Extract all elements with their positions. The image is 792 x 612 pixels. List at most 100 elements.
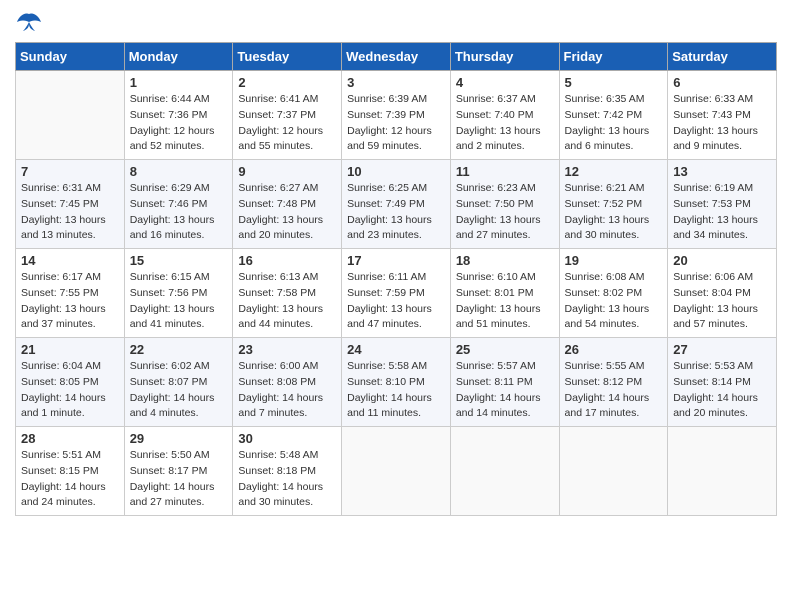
day-header-wednesday: Wednesday: [342, 43, 451, 71]
calendar-cell: 28 Sunrise: 5:51 AM Sunset: 8:15 PM Dayl…: [16, 427, 125, 516]
calendar-cell: 18 Sunrise: 6:10 AM Sunset: 8:01 PM Dayl…: [450, 249, 559, 338]
day-info: Sunrise: 6:13 AM Sunset: 7:58 PM Dayligh…: [238, 270, 336, 333]
day-info: Sunrise: 6:04 AM Sunset: 8:05 PM Dayligh…: [21, 359, 119, 422]
day-info: Sunrise: 6:39 AM Sunset: 7:39 PM Dayligh…: [347, 92, 445, 155]
day-number: 11: [456, 164, 554, 179]
calendar-cell: 24 Sunrise: 5:58 AM Sunset: 8:10 PM Dayl…: [342, 338, 451, 427]
calendar-cell: 27 Sunrise: 5:53 AM Sunset: 8:14 PM Dayl…: [668, 338, 777, 427]
day-info: Sunrise: 6:17 AM Sunset: 7:55 PM Dayligh…: [21, 270, 119, 333]
day-number: 6: [673, 75, 771, 90]
day-number: 12: [565, 164, 663, 179]
calendar-cell: 3 Sunrise: 6:39 AM Sunset: 7:39 PM Dayli…: [342, 71, 451, 160]
day-number: 19: [565, 253, 663, 268]
calendar-cell: 25 Sunrise: 5:57 AM Sunset: 8:11 PM Dayl…: [450, 338, 559, 427]
day-info: Sunrise: 6:35 AM Sunset: 7:42 PM Dayligh…: [565, 92, 663, 155]
day-number: 17: [347, 253, 445, 268]
calendar-cell: 22 Sunrise: 6:02 AM Sunset: 8:07 PM Dayl…: [124, 338, 233, 427]
day-info: Sunrise: 6:33 AM Sunset: 7:43 PM Dayligh…: [673, 92, 771, 155]
week-row-3: 14 Sunrise: 6:17 AM Sunset: 7:55 PM Dayl…: [16, 249, 777, 338]
day-info: Sunrise: 6:27 AM Sunset: 7:48 PM Dayligh…: [238, 181, 336, 244]
calendar-cell: 8 Sunrise: 6:29 AM Sunset: 7:46 PM Dayli…: [124, 160, 233, 249]
day-number: 20: [673, 253, 771, 268]
calendar-cell: 17 Sunrise: 6:11 AM Sunset: 7:59 PM Dayl…: [342, 249, 451, 338]
day-info: Sunrise: 6:25 AM Sunset: 7:49 PM Dayligh…: [347, 181, 445, 244]
day-header-sunday: Sunday: [16, 43, 125, 71]
day-number: 30: [238, 431, 336, 446]
day-number: 15: [130, 253, 228, 268]
day-number: 1: [130, 75, 228, 90]
header: [15, 10, 777, 34]
calendar-cell: 23 Sunrise: 6:00 AM Sunset: 8:08 PM Dayl…: [233, 338, 342, 427]
day-number: 27: [673, 342, 771, 357]
logo: [15, 10, 47, 34]
day-info: Sunrise: 6:15 AM Sunset: 7:56 PM Dayligh…: [130, 270, 228, 333]
day-header-friday: Friday: [559, 43, 668, 71]
day-info: Sunrise: 6:23 AM Sunset: 7:50 PM Dayligh…: [456, 181, 554, 244]
day-info: Sunrise: 6:10 AM Sunset: 8:01 PM Dayligh…: [456, 270, 554, 333]
day-info: Sunrise: 5:48 AM Sunset: 8:18 PM Dayligh…: [238, 448, 336, 511]
day-number: 22: [130, 342, 228, 357]
day-info: Sunrise: 5:55 AM Sunset: 8:12 PM Dayligh…: [565, 359, 663, 422]
calendar-cell: [559, 427, 668, 516]
calendar-cell: [16, 71, 125, 160]
calendar-cell: 7 Sunrise: 6:31 AM Sunset: 7:45 PM Dayli…: [16, 160, 125, 249]
calendar-cell: [342, 427, 451, 516]
day-number: 7: [21, 164, 119, 179]
week-row-5: 28 Sunrise: 5:51 AM Sunset: 8:15 PM Dayl…: [16, 427, 777, 516]
calendar-cell: 2 Sunrise: 6:41 AM Sunset: 7:37 PM Dayli…: [233, 71, 342, 160]
week-row-1: 1 Sunrise: 6:44 AM Sunset: 7:36 PM Dayli…: [16, 71, 777, 160]
day-number: 13: [673, 164, 771, 179]
day-number: 3: [347, 75, 445, 90]
day-info: Sunrise: 6:06 AM Sunset: 8:04 PM Dayligh…: [673, 270, 771, 333]
calendar-cell: 5 Sunrise: 6:35 AM Sunset: 7:42 PM Dayli…: [559, 71, 668, 160]
calendar-cell: 21 Sunrise: 6:04 AM Sunset: 8:05 PM Dayl…: [16, 338, 125, 427]
day-number: 21: [21, 342, 119, 357]
day-header-tuesday: Tuesday: [233, 43, 342, 71]
day-info: Sunrise: 5:50 AM Sunset: 8:17 PM Dayligh…: [130, 448, 228, 511]
day-info: Sunrise: 6:11 AM Sunset: 7:59 PM Dayligh…: [347, 270, 445, 333]
day-number: 28: [21, 431, 119, 446]
day-info: Sunrise: 5:58 AM Sunset: 8:10 PM Dayligh…: [347, 359, 445, 422]
calendar-cell: 9 Sunrise: 6:27 AM Sunset: 7:48 PM Dayli…: [233, 160, 342, 249]
day-number: 29: [130, 431, 228, 446]
calendar-body: 1 Sunrise: 6:44 AM Sunset: 7:36 PM Dayli…: [16, 71, 777, 516]
calendar-cell: 11 Sunrise: 6:23 AM Sunset: 7:50 PM Dayl…: [450, 160, 559, 249]
calendar-table: SundayMondayTuesdayWednesdayThursdayFrid…: [15, 42, 777, 516]
calendar-cell: 6 Sunrise: 6:33 AM Sunset: 7:43 PM Dayli…: [668, 71, 777, 160]
day-info: Sunrise: 6:08 AM Sunset: 8:02 PM Dayligh…: [565, 270, 663, 333]
day-number: 10: [347, 164, 445, 179]
week-row-4: 21 Sunrise: 6:04 AM Sunset: 8:05 PM Dayl…: [16, 338, 777, 427]
day-info: Sunrise: 6:21 AM Sunset: 7:52 PM Dayligh…: [565, 181, 663, 244]
day-number: 26: [565, 342, 663, 357]
day-number: 9: [238, 164, 336, 179]
calendar-cell: 20 Sunrise: 6:06 AM Sunset: 8:04 PM Dayl…: [668, 249, 777, 338]
day-info: Sunrise: 6:29 AM Sunset: 7:46 PM Dayligh…: [130, 181, 228, 244]
calendar-header-row: SundayMondayTuesdayWednesdayThursdayFrid…: [16, 43, 777, 71]
calendar-cell: [450, 427, 559, 516]
day-number: 4: [456, 75, 554, 90]
day-number: 24: [347, 342, 445, 357]
day-info: Sunrise: 6:41 AM Sunset: 7:37 PM Dayligh…: [238, 92, 336, 155]
day-info: Sunrise: 6:37 AM Sunset: 7:40 PM Dayligh…: [456, 92, 554, 155]
calendar-cell: 19 Sunrise: 6:08 AM Sunset: 8:02 PM Dayl…: [559, 249, 668, 338]
logo-bird-icon: [15, 10, 43, 34]
week-row-2: 7 Sunrise: 6:31 AM Sunset: 7:45 PM Dayli…: [16, 160, 777, 249]
day-info: Sunrise: 5:57 AM Sunset: 8:11 PM Dayligh…: [456, 359, 554, 422]
calendar-cell: 14 Sunrise: 6:17 AM Sunset: 7:55 PM Dayl…: [16, 249, 125, 338]
calendar-cell: 16 Sunrise: 6:13 AM Sunset: 7:58 PM Dayl…: [233, 249, 342, 338]
day-number: 23: [238, 342, 336, 357]
day-info: Sunrise: 6:02 AM Sunset: 8:07 PM Dayligh…: [130, 359, 228, 422]
day-header-thursday: Thursday: [450, 43, 559, 71]
calendar-cell: 10 Sunrise: 6:25 AM Sunset: 7:49 PM Dayl…: [342, 160, 451, 249]
day-number: 5: [565, 75, 663, 90]
calendar-cell: 15 Sunrise: 6:15 AM Sunset: 7:56 PM Dayl…: [124, 249, 233, 338]
day-info: Sunrise: 6:44 AM Sunset: 7:36 PM Dayligh…: [130, 92, 228, 155]
day-number: 2: [238, 75, 336, 90]
calendar-cell: 12 Sunrise: 6:21 AM Sunset: 7:52 PM Dayl…: [559, 160, 668, 249]
day-header-saturday: Saturday: [668, 43, 777, 71]
calendar-cell: 26 Sunrise: 5:55 AM Sunset: 8:12 PM Dayl…: [559, 338, 668, 427]
calendar-cell: [668, 427, 777, 516]
day-number: 14: [21, 253, 119, 268]
day-info: Sunrise: 6:19 AM Sunset: 7:53 PM Dayligh…: [673, 181, 771, 244]
calendar-cell: 1 Sunrise: 6:44 AM Sunset: 7:36 PM Dayli…: [124, 71, 233, 160]
